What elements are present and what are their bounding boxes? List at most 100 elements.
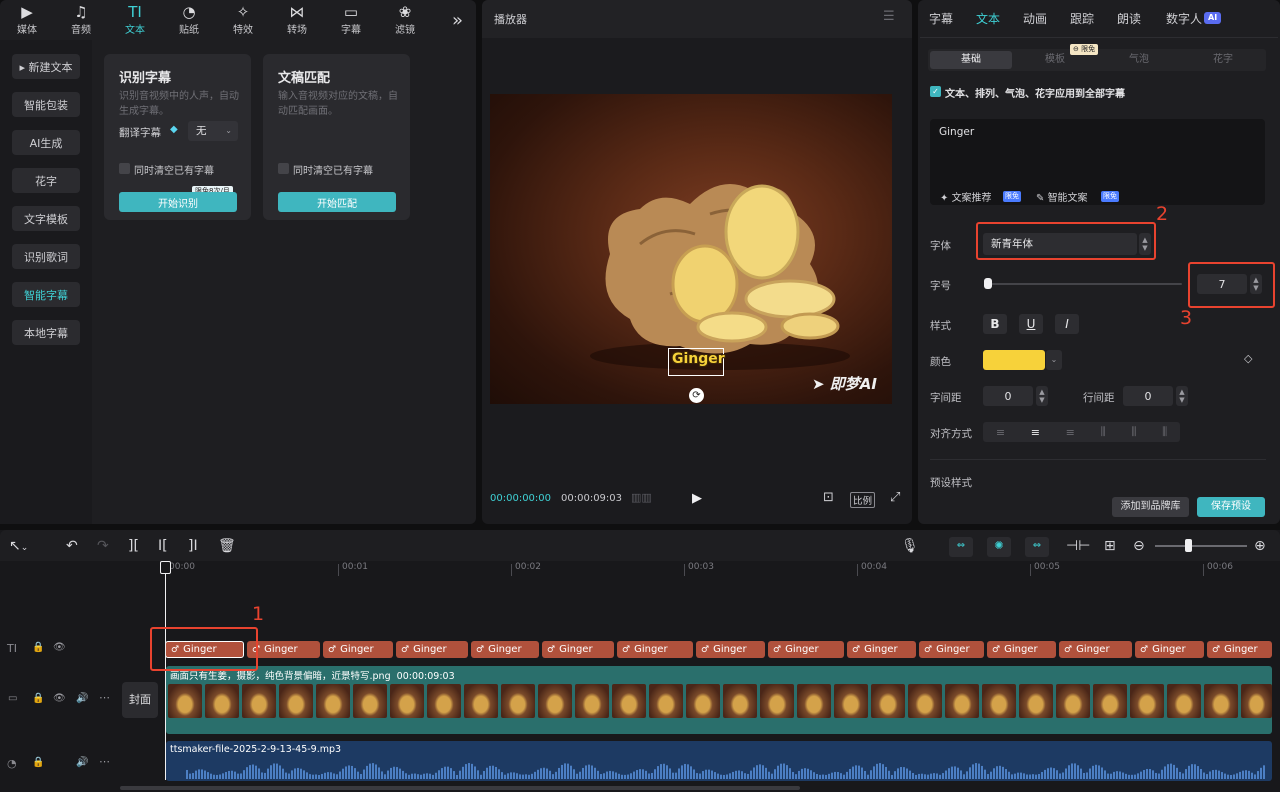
tool-media[interactable]: ▶ 媒体: [0, 0, 54, 40]
caption-clip[interactable]: ♂ Ginger: [987, 641, 1056, 658]
more-tools-button[interactable]: »: [452, 10, 463, 31]
subtab[interactable]: 气泡: [1098, 51, 1180, 69]
inspector-tab[interactable]: 文本: [976, 10, 1000, 27]
caption-clip[interactable]: ♂ Ginger: [768, 641, 844, 658]
translate-select[interactable]: 无 ⌄: [188, 121, 238, 141]
eye-icon[interactable]: 👁: [53, 642, 66, 653]
link-magnet-icon[interactable]: ⇔: [949, 537, 973, 557]
bold-button[interactable]: B: [983, 314, 1007, 334]
zoom-slider-handle[interactable]: [1185, 539, 1192, 552]
add-brand-button[interactable]: 添加到品牌库: [1112, 497, 1189, 517]
tool-text[interactable]: TI 文本: [108, 0, 162, 40]
caption-clip[interactable]: ♂ Ginger: [919, 641, 984, 658]
letter-spacing-stepper[interactable]: ▲ ▼: [1036, 386, 1048, 406]
subtab[interactable]: 基础: [930, 51, 1012, 69]
caption-clip[interactable]: ♂ Ginger: [617, 641, 693, 658]
align-top-icon[interactable]: ⫼: [1101, 425, 1106, 439]
smart-copy-button[interactable]: ✎ 智能文案: [1036, 189, 1088, 204]
sidebar-item[interactable]: 识别歌词: [12, 244, 80, 269]
preview-canvas[interactable]: Ginger ➤ 即梦AI: [490, 94, 892, 404]
align-left-icon[interactable]: ≡: [996, 426, 1005, 439]
align-middle-icon[interactable]: ⫼: [1131, 425, 1136, 439]
tool-audio[interactable]: ♫ 音频: [54, 0, 108, 40]
lock-icon[interactable]: 🔒: [32, 693, 44, 704]
inspector-tab[interactable]: 数字人: [1166, 10, 1202, 27]
clear-existing-checkbox[interactable]: [119, 163, 130, 174]
eye-icon[interactable]: 👁: [53, 693, 66, 704]
line-spacing-input[interactable]: 0: [1123, 386, 1173, 406]
tool-filter[interactable]: ❀ 滤镜: [378, 0, 432, 40]
caption-clip[interactable]: ♂ Ginger: [542, 641, 614, 658]
italic-button[interactable]: I: [1055, 314, 1079, 334]
tool-effects[interactable]: ✧ 特效: [216, 0, 270, 40]
sidebar-item[interactable]: 花字: [12, 168, 80, 193]
ratio-button[interactable]: 比例: [850, 492, 876, 508]
size-slider-handle[interactable]: [984, 278, 992, 289]
grid-view-icon[interactable]: ▥▥: [631, 491, 652, 504]
caption-clip[interactable]: ♂ Ginger: [471, 641, 539, 658]
microphone-icon[interactable]: 🎙: [901, 537, 919, 555]
snap-icon[interactable]: ✺: [987, 537, 1011, 557]
zoom-out-icon[interactable]: ⊖: [1133, 537, 1145, 555]
more-icon[interactable]: ⋯: [99, 691, 110, 704]
trim-right-icon[interactable]: ]I: [188, 537, 198, 555]
apply-all-checkbox[interactable]: ✓: [930, 86, 941, 97]
caption-clip[interactable]: ♂ Ginger: [323, 641, 393, 658]
more-icon[interactable]: ⋯: [99, 755, 110, 768]
caption-clip[interactable]: ♂ Ginger: [1059, 641, 1132, 658]
horizontal-scrollbar[interactable]: [120, 786, 800, 790]
cover-button[interactable]: 封面: [122, 682, 158, 718]
size-slider-track[interactable]: [986, 283, 1182, 285]
preview-axis-icon[interactable]: ⊞: [1104, 537, 1116, 555]
copy-suggest-button[interactable]: ✦ 文案推荐: [940, 189, 992, 204]
align-right-icon[interactable]: ≡: [1066, 426, 1075, 439]
inspector-tab[interactable]: 字幕: [929, 10, 953, 27]
letter-spacing-input[interactable]: 0: [983, 386, 1033, 406]
line-spacing-stepper[interactable]: ▲ ▼: [1176, 386, 1188, 406]
tool-transition[interactable]: ⋈ 转场: [270, 0, 324, 40]
caption-clip[interactable]: ♂ Ginger: [847, 641, 916, 658]
clear-existing-checkbox[interactable]: [278, 163, 289, 174]
sidebar-item[interactable]: 智能包装: [12, 92, 80, 117]
speaker-icon[interactable]: 🔊: [76, 693, 88, 704]
tool-subtitle[interactable]: ▭ 字幕: [324, 0, 378, 40]
color-swatch[interactable]: [983, 350, 1045, 370]
caption-text[interactable]: Ginger: [672, 351, 725, 367]
playhead-line[interactable]: [165, 568, 166, 780]
select-tool-icon[interactable]: ↖⌄: [9, 537, 28, 555]
split-icon[interactable]: ][: [128, 537, 139, 555]
caption-clip[interactable]: ♂ Ginger: [1207, 641, 1272, 658]
playhead-handle[interactable]: [160, 561, 171, 574]
sidebar-item[interactable]: 本地字幕: [12, 320, 80, 345]
save-preset-button[interactable]: 保存预设: [1197, 497, 1265, 517]
menu-icon[interactable]: ☰: [883, 9, 895, 24]
caption-clip[interactable]: ♂ Ginger: [696, 641, 765, 658]
sidebar-item[interactable]: 文字模板: [12, 206, 80, 231]
inspector-tab[interactable]: 朗读: [1117, 10, 1141, 27]
linkage-icon[interactable]: ⇔: [1025, 537, 1049, 557]
text-input-value[interactable]: Ginger: [939, 126, 974, 138]
inspector-tab[interactable]: 跟踪: [1070, 10, 1094, 27]
sidebar-item[interactable]: AI生成: [12, 130, 80, 155]
delete-icon[interactable]: 🗑: [218, 537, 236, 555]
start-match-button[interactable]: 开始匹配: [278, 192, 396, 212]
color-dropdown[interactable]: ⌄: [1046, 350, 1062, 370]
start-recognize-button[interactable]: 开始识别: [119, 192, 237, 212]
align-bottom-icon[interactable]: ⫼: [1162, 425, 1167, 439]
fullscreen-icon[interactable]: ⤢: [890, 490, 900, 505]
fit-screen-icon[interactable]: ⊡: [823, 490, 834, 505]
undo-icon[interactable]: ↶: [66, 537, 78, 555]
lock-icon[interactable]: 🔒: [32, 757, 44, 768]
zoom-in-icon[interactable]: ⊕: [1254, 537, 1266, 555]
align-center-icon[interactable]: ≡: [1031, 426, 1040, 439]
redo-icon[interactable]: ↷: [97, 537, 109, 555]
split-screen-icon[interactable]: ⊣⊢: [1066, 537, 1090, 555]
zoom-slider-track[interactable]: [1155, 545, 1247, 547]
subtab[interactable]: 花字: [1182, 51, 1264, 69]
sidebar-item[interactable]: ▸ 新建文本: [12, 54, 80, 79]
inspector-tab[interactable]: 动画: [1023, 10, 1047, 27]
underline-button[interactable]: U: [1019, 314, 1043, 334]
sidebar-item[interactable]: 智能字幕: [12, 282, 80, 307]
tool-sticker[interactable]: ◔ 贴纸: [162, 0, 216, 40]
caption-clip[interactable]: ♂ Ginger: [1135, 641, 1204, 658]
